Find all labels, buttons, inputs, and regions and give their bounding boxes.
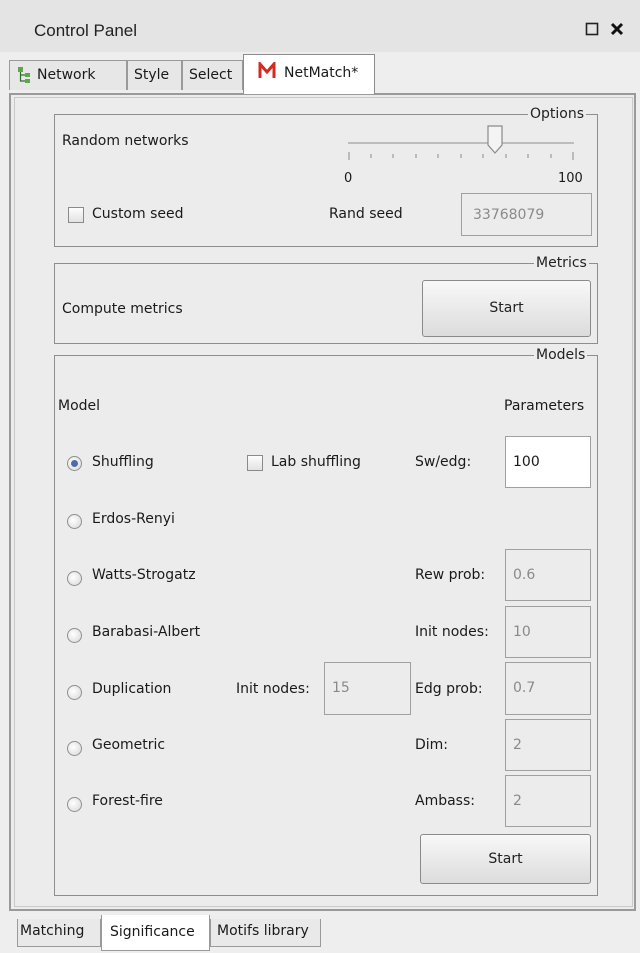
tab-motifs-library[interactable]: Motifs library (210, 919, 321, 947)
dim-label: Dim: (415, 737, 449, 753)
dup-init-nodes-label: Init nodes: (236, 681, 310, 697)
lab-shuffling-label: Lab shuffling (271, 454, 361, 470)
rew-prob-input[interactable]: 0.6 (505, 549, 591, 601)
tab-label: Significance (110, 924, 195, 940)
slider-track-svg (348, 142, 574, 160)
options-legend: Options (528, 106, 587, 122)
models-legend: Models (534, 347, 588, 363)
parameters-header: Parameters (504, 398, 585, 414)
radio-erdos-renyi[interactable] (67, 514, 82, 529)
metrics-legend: Metrics (534, 255, 589, 271)
tab-select[interactable]: Select (182, 60, 243, 90)
init-nodes-input[interactable]: 10 (505, 606, 591, 658)
tab-label: Motifs library (217, 923, 309, 939)
edg-prob-input[interactable]: 0.7 (505, 662, 591, 715)
radio-watts-strogatz[interactable] (67, 571, 82, 586)
random-networks-label: Random networks (62, 133, 189, 149)
slider-min-label: 0 (344, 171, 353, 186)
netmatch-logo-icon (258, 60, 276, 90)
ambass-label: Ambass: (415, 793, 475, 809)
panel-title: Control Panel (34, 21, 138, 40)
init-nodes-label: Init nodes: (415, 624, 489, 640)
rew-prob-label: Rew prob: (415, 567, 486, 583)
sw-edg-label: Sw/edg: (415, 454, 472, 470)
rand-seed-field[interactable]: 33768079 (461, 193, 592, 236)
square-icon[interactable] (585, 22, 599, 36)
network-tree-icon (16, 66, 32, 94)
tab-matching[interactable]: Matching (17, 919, 101, 947)
slider-max-label: 100 (558, 171, 583, 186)
radio-shuffling[interactable] (67, 456, 82, 471)
tab-network[interactable]: Network (9, 60, 127, 90)
tab-label: Style (134, 67, 170, 83)
rand-seed-label: Rand seed (329, 206, 403, 222)
model-header: Model (58, 398, 101, 414)
random-networks-slider[interactable] (348, 124, 574, 164)
models-start-button[interactable]: Start (420, 834, 591, 884)
tab-label: Select (189, 67, 233, 83)
model-label-geometric: Geometric (92, 737, 166, 753)
ambass-input[interactable]: 2 (505, 775, 591, 827)
radio-barabasi-albert[interactable] (67, 628, 82, 643)
dup-init-nodes-input[interactable]: 15 (324, 662, 411, 715)
lab-shuffling-checkbox[interactable] (247, 455, 263, 471)
tab-style[interactable]: Style (127, 60, 182, 90)
tab-label: Network (37, 67, 96, 83)
tab-label: NetMatch* (284, 65, 359, 81)
custom-seed-checkbox[interactable] (68, 207, 84, 223)
radio-forest-fire[interactable] (67, 797, 82, 812)
model-label-shuffling: Shuffling (92, 454, 154, 470)
model-label-watts-strogatz: Watts-Strogatz (92, 567, 196, 583)
custom-seed-label: Custom seed (92, 206, 184, 222)
radio-geometric[interactable] (67, 741, 82, 756)
model-label-forest-fire: Forest-fire (92, 793, 163, 809)
tab-netmatch[interactable]: NetMatch* (243, 54, 375, 94)
metrics-start-button[interactable]: Start (422, 280, 591, 337)
slider-thumb[interactable] (486, 125, 503, 159)
close-x-icon[interactable] (610, 22, 624, 36)
slider-ticks (348, 152, 574, 160)
edg-prob-label: Edg prob: (415, 681, 483, 697)
model-label-erdos-renyi: Erdos-Renyi (92, 511, 175, 527)
compute-metrics-label: Compute metrics (62, 301, 183, 317)
model-label-barabasi-albert: Barabasi-Albert (92, 624, 201, 640)
model-label-duplication: Duplication (92, 681, 172, 697)
tab-significance[interactable]: Significance (101, 915, 210, 951)
radio-duplication[interactable] (67, 685, 82, 700)
dim-input[interactable]: 2 (505, 719, 591, 771)
tab-label: Matching (20, 923, 85, 939)
sw-edg-input[interactable]: 100 (505, 436, 591, 488)
